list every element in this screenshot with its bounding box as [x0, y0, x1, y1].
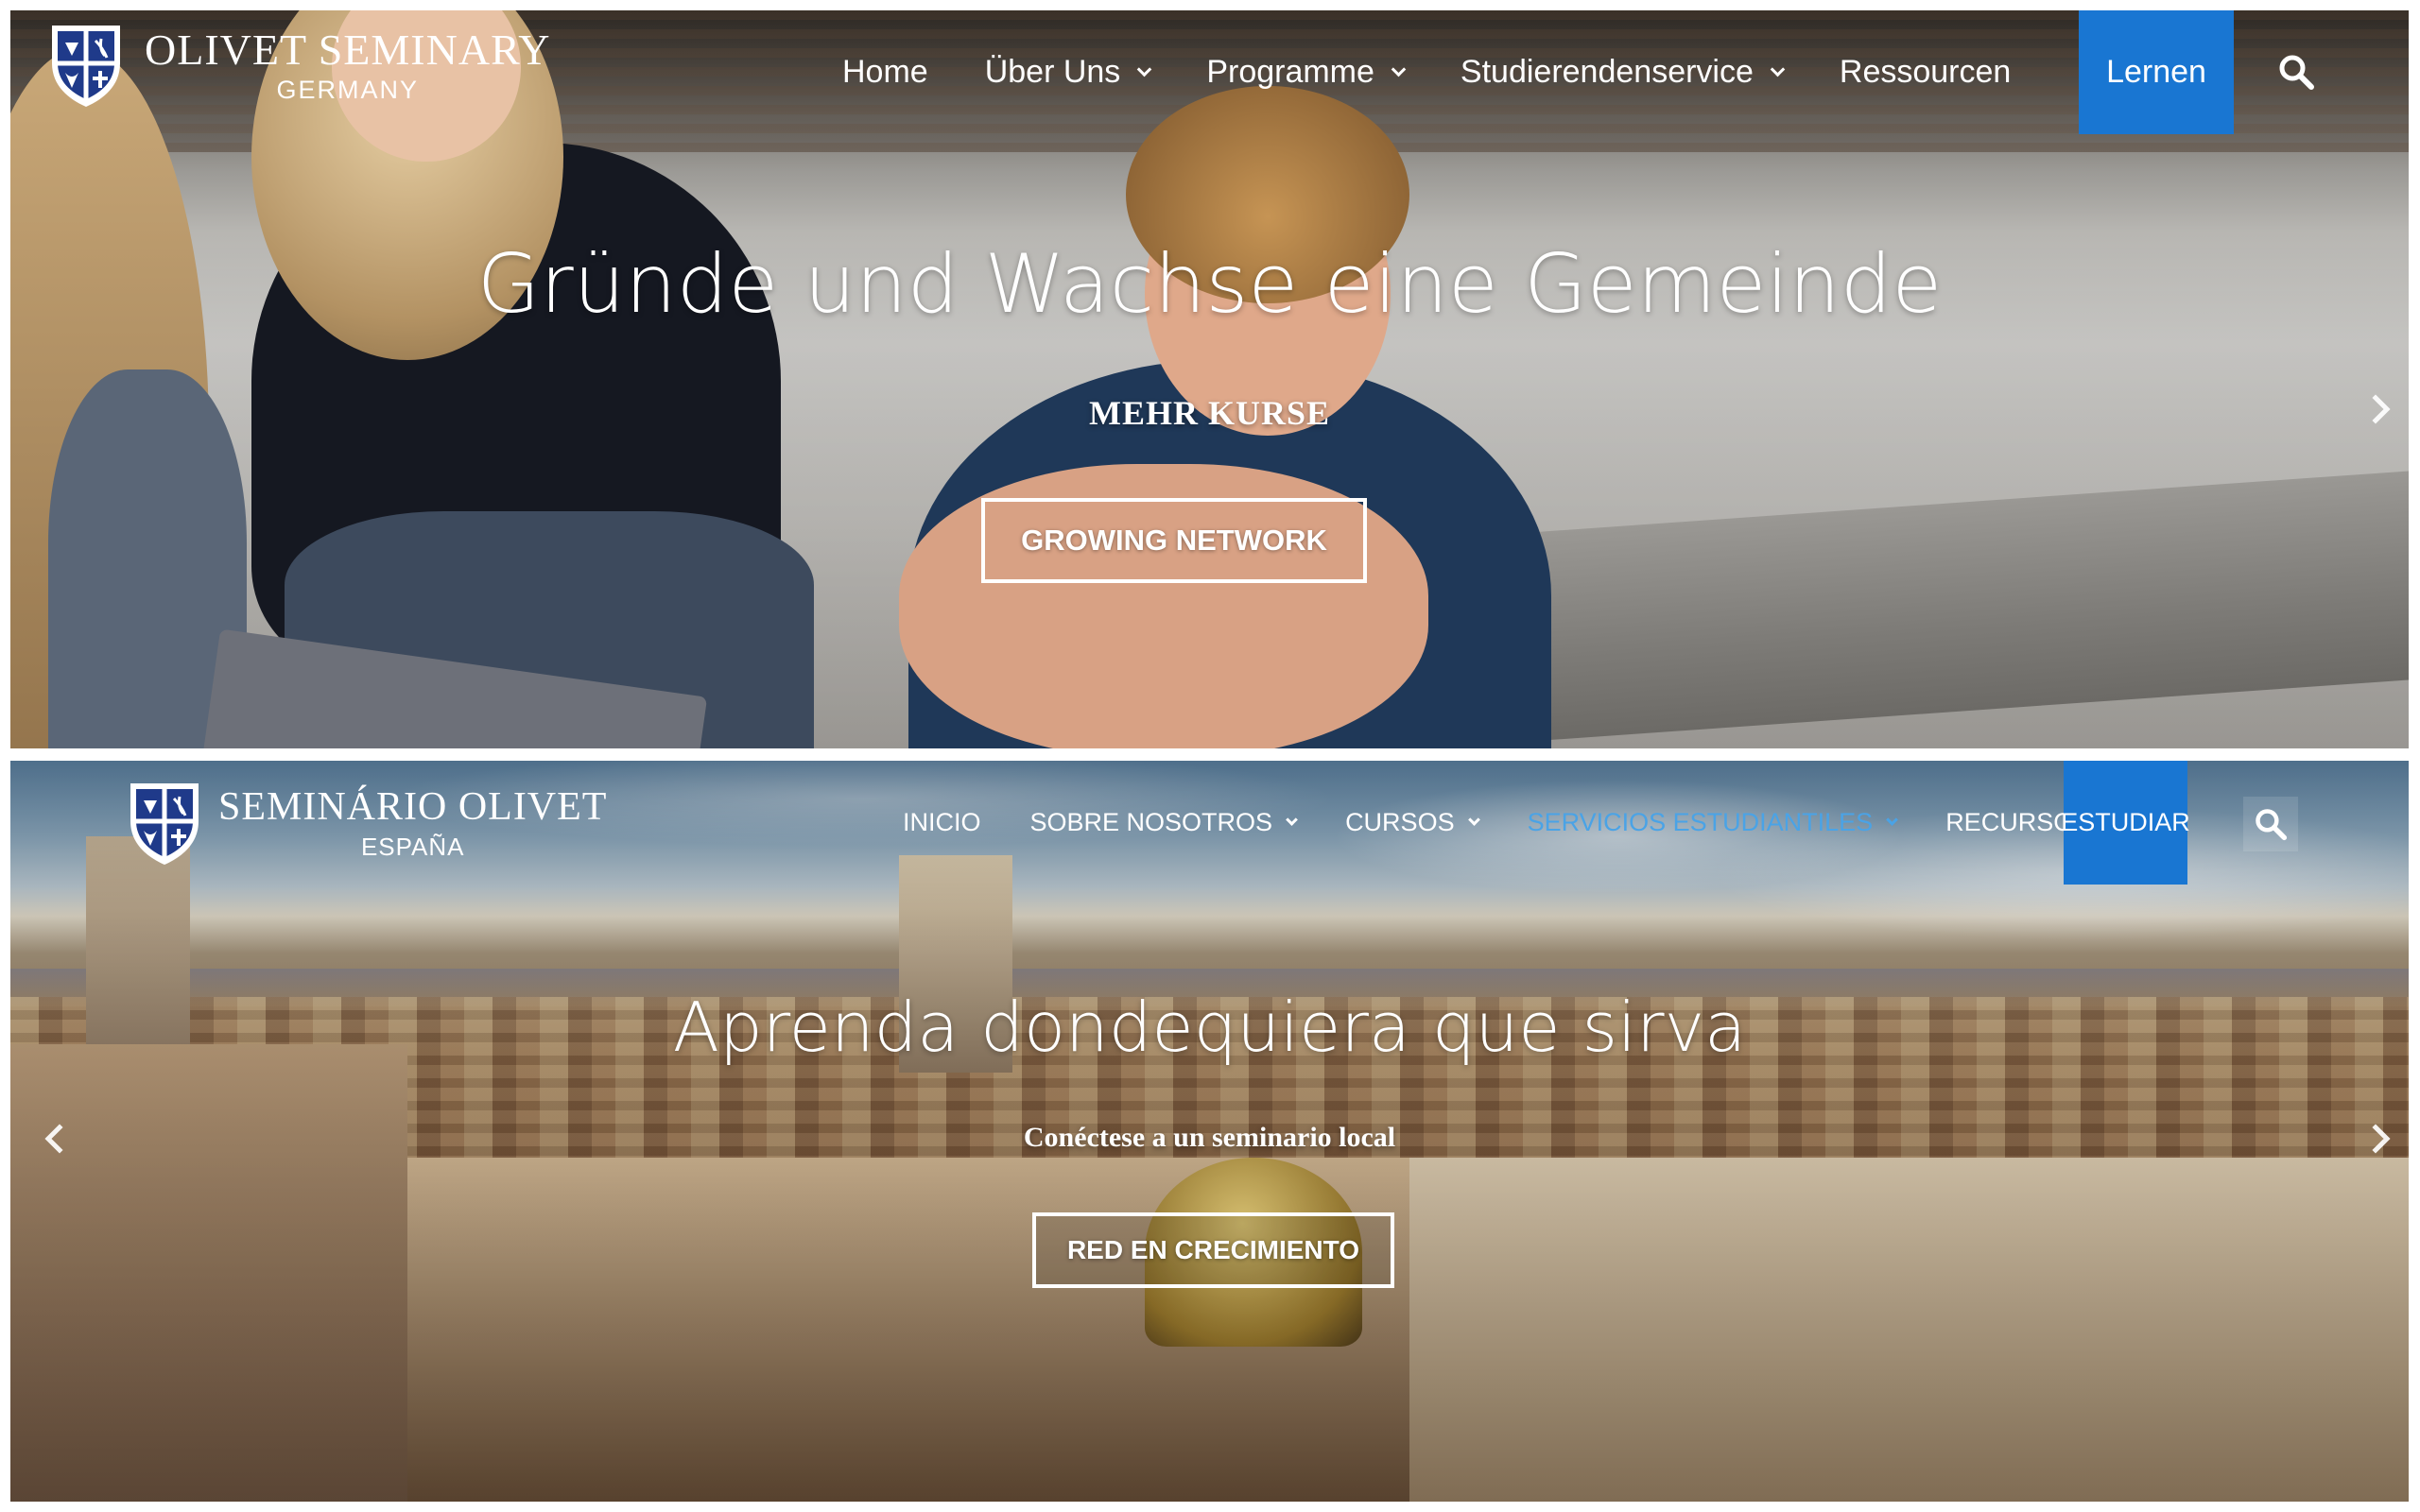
chevron-right-icon: [2360, 394, 2391, 424]
nav-item-label: Ressourcen: [1839, 53, 2012, 90]
brand-name: SEMINÁRIO OLIVET: [218, 785, 608, 829]
german-site-screenshot: OLIVET SEMINARY GERMANY Home Über Uns Pr…: [10, 10, 2409, 748]
main-nav: Home Über Uns Programme Studierendenserv…: [842, 10, 2067, 133]
nav-item-sobre-nosotros[interactable]: SOBRE NOSOTROS: [1029, 807, 1298, 837]
hero-subtitle: MEHR KURSE: [1088, 394, 1331, 432]
chevron-down-icon: [1137, 61, 1152, 77]
nav-item-inicio[interactable]: INICIO: [903, 808, 981, 837]
nav-item-label: Home: [842, 53, 928, 90]
nav-item-label: Programme: [1206, 53, 1374, 90]
nav-item-uber-uns[interactable]: Über Uns: [984, 53, 1152, 91]
search-icon: [2256, 809, 2288, 841]
brand-name: OLIVET SEMINARY: [145, 25, 551, 74]
chevron-down-icon: [1467, 813, 1480, 826]
chevron-down-icon: [1391, 61, 1407, 77]
estudiar-button[interactable]: ESTUDIAR: [2061, 761, 2190, 885]
slider-next-button[interactable]: [2355, 388, 2396, 430]
hero-subtitle: Conéctese a un seminario local: [1023, 1122, 1396, 1153]
spanish-site-screenshot: SEMINÁRIO OLIVET ESPAÑA INICIO SOBRE NOS…: [10, 761, 2409, 1502]
chevron-down-icon: [1886, 813, 1899, 826]
hero-title: Gründe und Wachse eine Gemeinde: [476, 237, 1943, 332]
nav-item-servicios-estudiantiles[interactable]: SERVICIOS ESTUDIANTILES: [1527, 807, 1899, 837]
shield-icon: [130, 783, 199, 865]
main-nav: INICIO SOBRE NOSOTROS CURSOS SERVICIOS E…: [903, 761, 2139, 884]
lernen-button[interactable]: Lernen: [2079, 10, 2234, 134]
nav-item-label: Über Uns: [984, 53, 1121, 90]
chevron-left-icon: [44, 1124, 75, 1154]
slider-prev-button[interactable]: [39, 1118, 80, 1160]
search-button[interactable]: [2243, 797, 2298, 851]
chevron-down-icon: [1286, 813, 1298, 826]
nav-item-label: SERVICIOS ESTUDIANTILES: [1527, 807, 1874, 836]
chevron-right-icon: [2360, 1124, 2391, 1154]
nav-item-label: INICIO: [903, 807, 981, 836]
nav-item-label: Studierendenservice: [1460, 53, 1754, 90]
search-icon: [2279, 55, 2314, 90]
brand-country: ESPAÑA: [360, 833, 465, 861]
chevron-down-icon: [1770, 61, 1786, 77]
site-logo[interactable]: OLIVET SEMINARY GERMANY: [48, 22, 550, 109]
growing-network-button[interactable]: GROWING NETWORK: [981, 498, 1367, 583]
red-en-crecimiento-button[interactable]: RED EN CRECIMIENTO: [1032, 1212, 1394, 1288]
nav-item-programme[interactable]: Programme: [1206, 53, 1407, 91]
search-button[interactable]: [2268, 43, 2325, 100]
nav-item-studierendenservice[interactable]: Studierendenservice: [1460, 53, 1786, 91]
nav-item-ressourcen[interactable]: Ressourcen: [1840, 54, 2011, 91]
brand-country: GERMANY: [276, 75, 419, 104]
slider-next-button[interactable]: [2355, 1118, 2396, 1160]
site-logo[interactable]: SEMINÁRIO OLIVET ESPAÑA: [126, 780, 607, 867]
nav-item-label: SOBRE NOSOTROS: [1029, 807, 1273, 836]
shield-icon: [52, 26, 120, 107]
nav-item-cursos[interactable]: CURSOS: [1345, 807, 1480, 837]
nav-item-home[interactable]: Home: [842, 54, 928, 91]
nav-item-label: CURSOS: [1345, 807, 1455, 836]
hero-title: Aprenda dondequiera que sirva: [672, 988, 1747, 1067]
